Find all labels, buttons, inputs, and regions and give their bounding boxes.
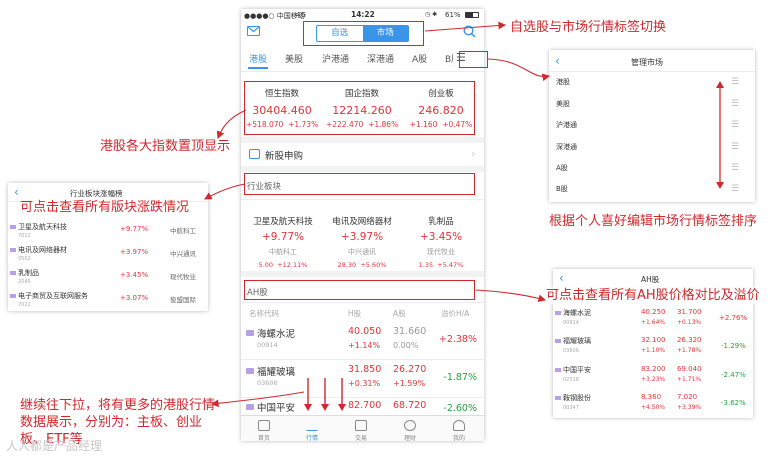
annotation-arrows [204,21,551,408]
